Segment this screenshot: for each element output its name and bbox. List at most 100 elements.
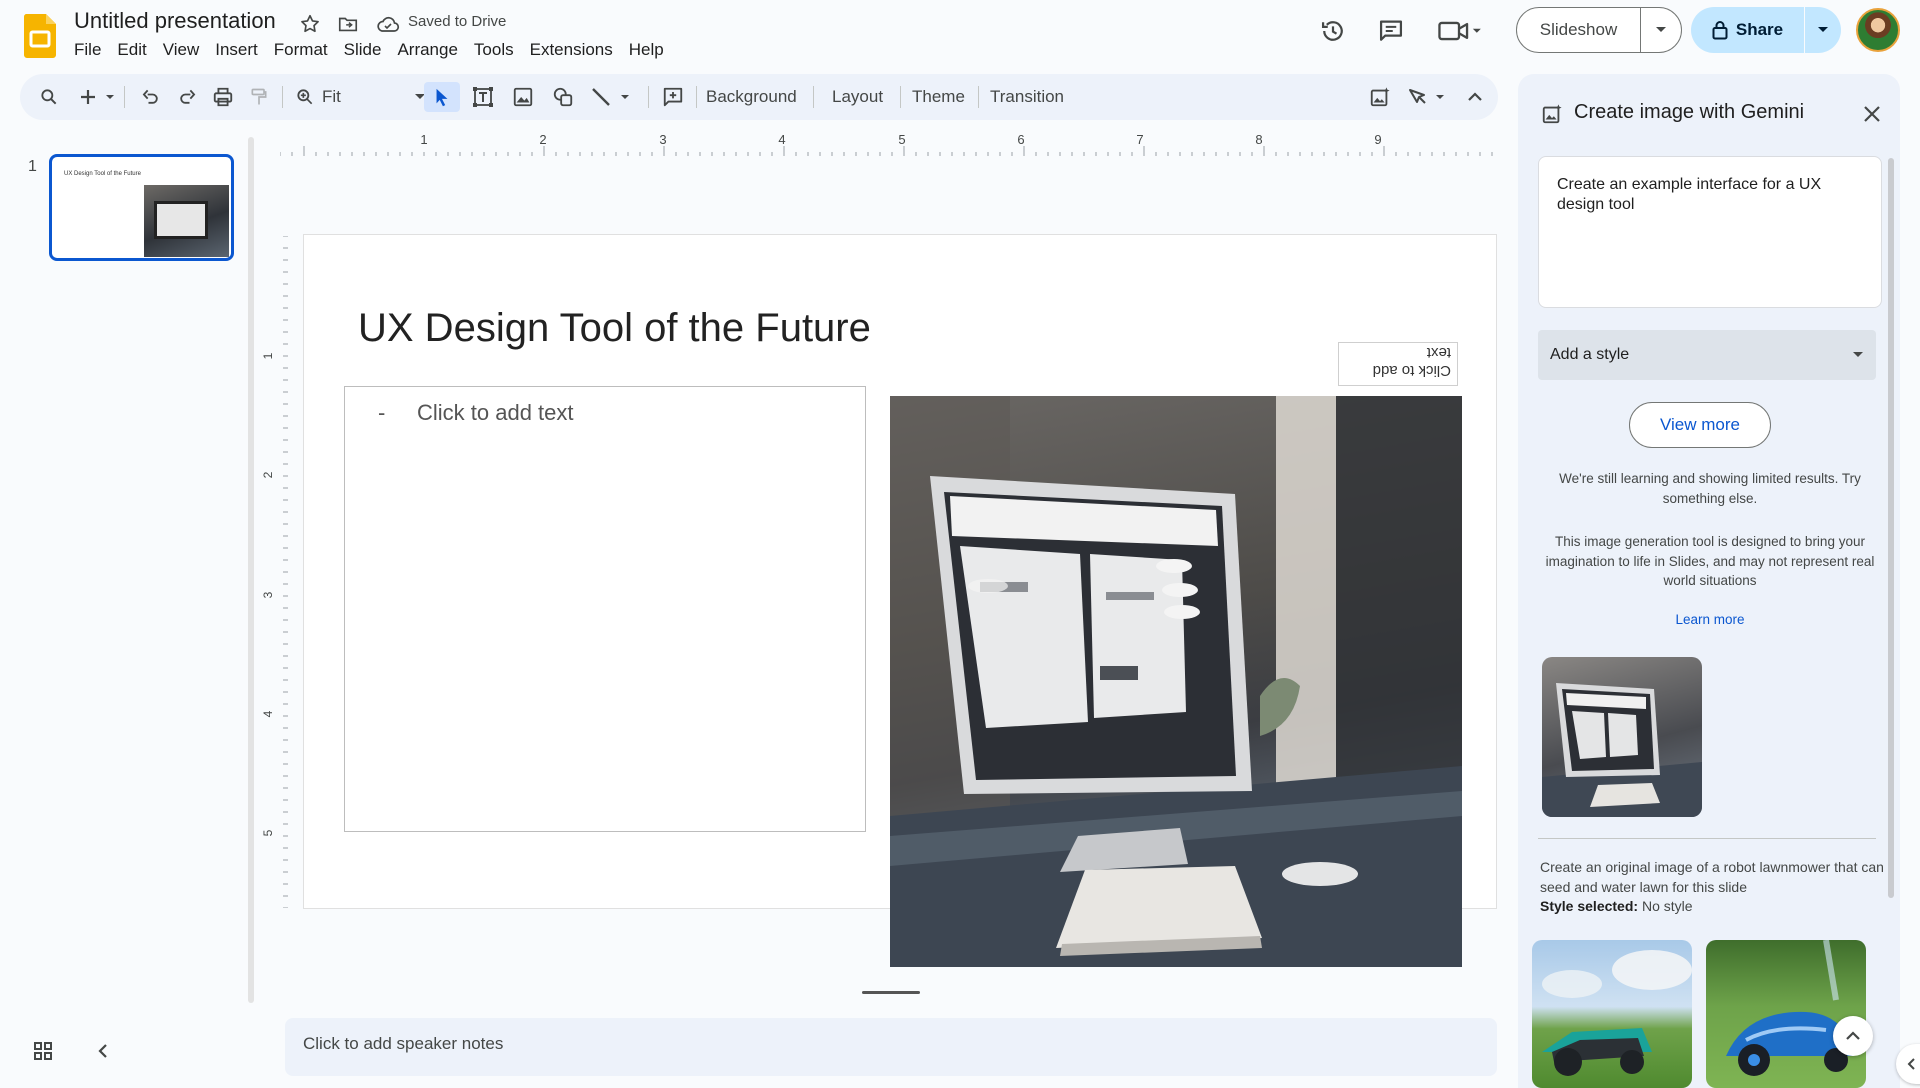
move-folder-icon[interactable] (334, 10, 362, 38)
ruler-tick: 4 (262, 710, 275, 717)
style-select[interactable]: Add a style (1538, 330, 1876, 380)
speaker-notes[interactable]: Click to add speaker notes (285, 1018, 1497, 1076)
view-more-button[interactable]: View more (1629, 402, 1771, 448)
version-history-icon[interactable] (1316, 14, 1350, 48)
slide-title[interactable]: UX Design Tool of the Future (358, 306, 871, 351)
speaker-notes-placeholder: Click to add speaker notes (303, 1034, 504, 1053)
generated-image-thumbnail[interactable] (1706, 940, 1866, 1088)
divider (648, 86, 649, 108)
toolbar: Fit Background Layout Theme Transition (20, 74, 1498, 120)
ruler-tick: 1 (262, 352, 275, 359)
ruler-tick: 9 (1374, 132, 1381, 147)
ruler-tick: 7 (1136, 132, 1143, 147)
slide-number: 1 (28, 158, 37, 175)
ruler-tick: 6 (1017, 132, 1024, 147)
slideshow-button[interactable]: Slideshow (1517, 8, 1640, 52)
style-selected-value: No style (1641, 898, 1693, 914)
shape-icon[interactable] (546, 82, 580, 112)
slideshow-options-button[interactable] (1641, 8, 1681, 52)
menu-tools[interactable]: Tools (466, 38, 522, 62)
comments-icon[interactable] (1374, 14, 1408, 48)
menu-bar: File Edit View Insert Format Slide Arran… (66, 38, 672, 62)
panel-scrollbar[interactable] (1888, 158, 1894, 898)
horizontal-ruler[interactable]: 1 2 3 4 5 6 7 8 9 (280, 128, 1496, 156)
chevron-up-icon (1846, 1031, 1860, 1040)
add-comment-icon[interactable] (656, 82, 690, 112)
insert-image-icon[interactable] (506, 82, 540, 112)
line-tool-icon[interactable] (586, 82, 642, 112)
chevron-down-icon (1656, 27, 1666, 32)
menu-insert[interactable]: Insert (207, 38, 266, 62)
ruler-tick: 2 (539, 132, 546, 147)
divider (813, 86, 814, 108)
menu-help[interactable]: Help (621, 38, 672, 62)
slides-logo[interactable] (24, 14, 56, 58)
star-icon[interactable] (296, 10, 324, 38)
lock-icon (1712, 21, 1728, 40)
zoom-value: Fit (322, 87, 341, 106)
thumbnail-title: UX Design Tool of the Future (64, 171, 141, 177)
generate-image-icon (1540, 102, 1564, 126)
paint-format-icon[interactable] (244, 82, 274, 112)
body-text-box[interactable] (344, 386, 866, 832)
new-slide-icon[interactable] (76, 82, 120, 112)
meet-icon[interactable] (1434, 14, 1484, 48)
generated-image-thumbnail[interactable] (1532, 940, 1692, 1088)
share-button-group: Share (1691, 7, 1841, 53)
insert-generated-image-icon[interactable] (1364, 82, 1396, 112)
divider (900, 86, 901, 108)
close-icon[interactable] (1858, 100, 1886, 128)
divider (978, 86, 979, 108)
filmstrip-scrollbar[interactable] (248, 137, 254, 1003)
transition-button[interactable]: Transition (982, 82, 1072, 112)
scroll-to-top-button[interactable] (1833, 1016, 1873, 1056)
undo-icon[interactable] (136, 82, 166, 112)
menu-arrange[interactable]: Arrange (389, 38, 465, 62)
thumbnail-image (144, 185, 229, 257)
body-placeholder[interactable]: Click to add text (417, 400, 574, 426)
pen-tool-icon[interactable] (1404, 82, 1456, 112)
layout-button[interactable]: Layout (824, 82, 891, 112)
text-box-icon[interactable] (466, 82, 500, 112)
cloud-saved-icon[interactable] (374, 10, 402, 38)
prompt-input[interactable]: Create an example interface for a UX des… (1538, 156, 1882, 308)
grid-view-icon[interactable] (32, 1040, 54, 1062)
learn-more-link[interactable]: Learn more (1538, 612, 1882, 627)
share-options-button[interactable] (1805, 7, 1841, 53)
theme-button[interactable]: Theme (904, 82, 973, 112)
ruler-tick: 5 (262, 829, 275, 836)
vertical-ruler[interactable]: 1 2 3 4 5 (262, 236, 288, 908)
menu-edit[interactable]: Edit (109, 38, 154, 62)
zoom-icon[interactable] (288, 82, 322, 112)
search-menus-icon[interactable] (34, 82, 64, 112)
zoom-select[interactable]: Fit (322, 82, 430, 112)
collapse-toolbar-icon[interactable] (1460, 82, 1490, 112)
background-button[interactable]: Background (698, 82, 805, 112)
chevron-down-icon (1853, 352, 1863, 357)
chevron-left-icon[interactable] (92, 1040, 114, 1062)
slideshow-button-group: Slideshow (1516, 7, 1682, 53)
slide-thumbnail[interactable]: UX Design Tool of the Future (49, 154, 234, 261)
select-tool-icon[interactable] (424, 82, 460, 112)
generated-image-thumbnail[interactable] (1542, 657, 1702, 817)
flipped-text-box[interactable]: Click to add text (1338, 342, 1458, 386)
print-icon[interactable] (208, 82, 238, 112)
previous-prompt: Create an original image of a robot lawn… (1540, 858, 1884, 917)
redo-icon[interactable] (172, 82, 202, 112)
menu-extensions[interactable]: Extensions (522, 38, 621, 62)
avatar[interactable] (1856, 8, 1900, 52)
style-select-value: Add a style (1550, 346, 1630, 363)
gemini-side-panel: Create image with Gemini Create an examp… (1518, 74, 1900, 1088)
ruler-tick: 3 (659, 132, 666, 147)
menu-view[interactable]: View (155, 38, 208, 62)
menu-slide[interactable]: Slide (336, 38, 390, 62)
notes-resize-handle[interactable] (862, 991, 920, 994)
chevron-down-icon (1818, 27, 1828, 32)
menu-format[interactable]: Format (266, 38, 336, 62)
menu-file[interactable]: File (66, 38, 109, 62)
divider (282, 86, 283, 108)
share-label: Share (1735, 20, 1784, 39)
share-button[interactable]: Share (1691, 7, 1804, 53)
document-title[interactable]: Untitled presentation (72, 6, 278, 36)
generated-image[interactable] (890, 396, 1462, 967)
